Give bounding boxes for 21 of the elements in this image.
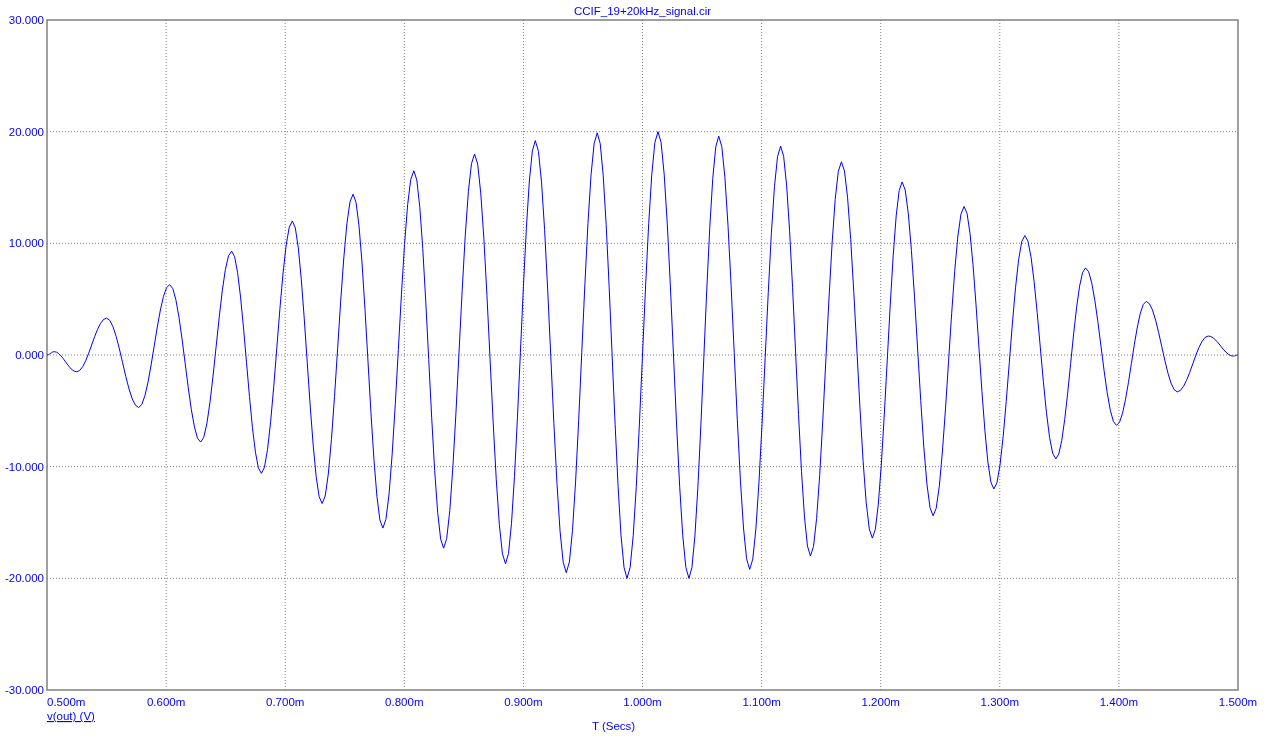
y-tick-label: 0.000 <box>15 349 44 361</box>
x-tick-label: 1.100m <box>742 696 781 708</box>
x-tick-label: 1.400m <box>1099 696 1139 708</box>
trace-legend: v(out) (V) <box>47 710 95 722</box>
y-tick-label: -10.000 <box>5 460 44 473</box>
x-tick-label: 0.500m <box>47 696 86 708</box>
x-tick-label: 0.800m <box>385 696 424 708</box>
x-tick-label: 1.000m <box>623 696 662 708</box>
y-tick-label: 30.000 <box>8 14 44 26</box>
x-tick-label: 1.200m <box>861 696 900 708</box>
x-tick-label: 0.900m <box>504 696 543 708</box>
plot-title: CCIF_19+20kHz_signal.cir <box>573 5 712 17</box>
x-axis-label: T (Secs) <box>591 720 636 732</box>
x-tick-label: 1.300m <box>980 696 1019 708</box>
x-tick-label: 1.500m <box>1218 696 1258 708</box>
y-tick-label: -20.000 <box>5 572 44 585</box>
y-tick-label: 10.000 <box>8 237 44 250</box>
y-tick-label: 20.000 <box>8 125 44 138</box>
x-tick-label: 0.600m <box>146 696 186 708</box>
y-tick-label: -30.000 <box>5 684 44 696</box>
x-tick-label: 0.700m <box>266 696 305 708</box>
